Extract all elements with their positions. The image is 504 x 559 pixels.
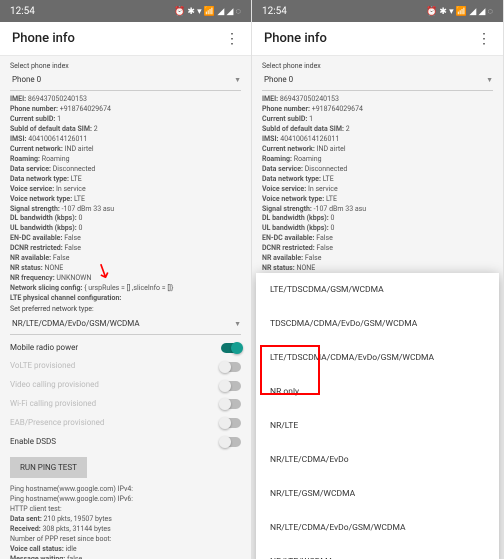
toggle-switch: [221, 362, 241, 372]
status-time: 12:54: [10, 6, 35, 17]
left-screen: 12:54 ⏰ ✱ ▾ 📶 ◢ ◢ ◌ Phone info ⋮ Select …: [0, 0, 252, 559]
roaming-row: Roaming: Roaming: [10, 155, 241, 164]
subid-row: Current subID: 1: [10, 115, 241, 124]
data-sent-row: Data sent: 210 pkts, 19507 bytes: [10, 515, 241, 524]
status-bar: 12:54 ⏰ ✱ ▾ 📶 ◢ ◢ ◌: [252, 0, 503, 22]
data-received-row: Received: 308 pkts, 31144 bytes: [10, 525, 241, 534]
status-time: 12:54: [262, 6, 287, 17]
popup-item[interactable]: NR/LTE/GSM/WCDMA: [256, 477, 499, 511]
chevron-down-icon: ▼: [234, 76, 241, 85]
run-ping-button[interactable]: RUN PING TEST: [10, 457, 87, 478]
nr-available-row: NR available: False: [10, 254, 241, 263]
popup-item[interactable]: NR/LTE/CDMA/EvDo: [256, 443, 499, 477]
slicing-row: Network slicing config: { urspRules = []…: [10, 284, 241, 293]
app-bar: Phone info ⋮: [252, 22, 503, 56]
page-title: Phone info: [264, 31, 327, 46]
toggle-switch[interactable]: [221, 437, 241, 447]
ppp-reset-row: Number of PPP reset since boot:: [10, 535, 241, 544]
http-test-row: HTTP client test:: [10, 505, 241, 514]
popup-item[interactable]: LTE/TDSCDMA/CDMA/EvDo/GSM/WCDMA: [256, 341, 499, 375]
nr-freq-row: NR frequency: UNKNOWN: [10, 274, 241, 283]
endc-row: EN-DC available: False: [10, 234, 241, 243]
page-title: Phone info: [12, 31, 75, 46]
toggle-switch: [221, 381, 241, 391]
chevron-down-icon: ▼: [486, 76, 493, 85]
popup-item[interactable]: NR/LTE/WCDMA: [256, 545, 499, 559]
overflow-menu-icon[interactable]: ⋮: [477, 31, 491, 47]
right-screen: 12:54 ⏰ ✱ ▾ 📶 ◢ ◢ ◌ Phone info ⋮ Select …: [252, 0, 504, 559]
ping-ipv6-row: Ping hostname(www.google.com) IPv6:: [10, 495, 241, 504]
overflow-menu-icon[interactable]: ⋮: [225, 31, 239, 47]
phone-index-label: Select phone index: [10, 62, 241, 71]
nr-status-row: NR status: NONE: [10, 264, 241, 273]
video-call-row: Video calling provisioned: [10, 376, 241, 395]
phone-index-label: Select phone index: [262, 62, 493, 71]
imsi-row: IMSI: 404100614126011: [10, 135, 241, 144]
popup-item[interactable]: LTE/TDSCDMA/GSM/WCDMA: [256, 273, 499, 307]
pref-network-dropdown[interactable]: NR/LTE/CDMA/EvDo/GSM/WCDMA ▼: [10, 317, 241, 335]
toggle-switch: [221, 418, 241, 428]
toggle-switch[interactable]: [221, 343, 241, 353]
pref-network-label: Set preferred network type:: [10, 305, 241, 314]
signal-row: Signal strength: -107 dBm 33 asu: [10, 205, 241, 214]
voice-network-row: Voice network type: LTE: [10, 195, 241, 204]
content-area: Select phone index Phone 0 ▼ IMEI: 86943…: [0, 56, 251, 559]
dsds-row[interactable]: Enable DSDS: [10, 433, 241, 452]
phone-index-dropdown[interactable]: Phone 0 ▼: [262, 73, 493, 91]
status-icons: ⏰ ✱ ▾ 📶 ◢ ◢ ◌: [174, 6, 241, 17]
mobile-radio-power-row[interactable]: Mobile radio power: [10, 339, 241, 358]
data-service-row: Data service: Disconnected: [10, 165, 241, 174]
voice-service-row: Voice service: In service: [10, 185, 241, 194]
data-network-row: Data network type: LTE: [10, 175, 241, 184]
popup-item-nr-only[interactable]: NR only: [256, 375, 499, 409]
toggle-switch: [221, 399, 241, 409]
eab-row: EAB/Presence provisioned: [10, 414, 241, 433]
chevron-down-icon: ▼: [234, 320, 241, 329]
imei-row: IMEI: 869437050240153: [10, 95, 241, 104]
popup-item[interactable]: TDSCDMA/CDMA/EvDo/GSM/WCDMA: [256, 307, 499, 341]
ping-ipv4-row: Ping hostname(www.google.com) IPv4:: [10, 485, 241, 494]
volte-row: VoLTE provisioned: [10, 357, 241, 376]
app-bar: Phone info ⋮: [0, 22, 251, 56]
phone-number-row: Phone number: +918764029674: [10, 105, 241, 114]
dcnr-row: DCNR restricted: False: [10, 244, 241, 253]
ul-bandwidth-row: UL bandwidth (kbps): 0: [10, 224, 241, 233]
message-waiting-row: Message waiting: false: [10, 555, 241, 559]
status-bar: 12:54 ⏰ ✱ ▾ 📶 ◢ ◢ ◌: [0, 0, 251, 22]
status-icons: ⏰ ✱ ▾ 📶 ◢ ◢ ◌: [426, 6, 493, 17]
popup-item[interactable]: NR/LTE/CDMA/EvDo/GSM/WCDMA: [256, 511, 499, 545]
popup-item-nr-lte[interactable]: NR/LTE: [256, 409, 499, 443]
default-sim-row: SubId of default data SIM: 2: [10, 125, 241, 134]
network-type-popup: LTE/TDSCDMA/GSM/WCDMA TDSCDMA/CDMA/EvDo/…: [256, 273, 499, 559]
phone-index-dropdown[interactable]: Phone 0 ▼: [10, 73, 241, 91]
dl-bandwidth-row: DL bandwidth (kbps): 0: [10, 214, 241, 223]
lte-phy-row: LTE physical channel configuration:: [10, 294, 241, 303]
voice-call-status-row: Voice call status: idle: [10, 545, 241, 554]
current-network-row: Current network: IND airtel: [10, 145, 241, 154]
wifi-call-row: Wi-Fi calling provisioned: [10, 395, 241, 414]
